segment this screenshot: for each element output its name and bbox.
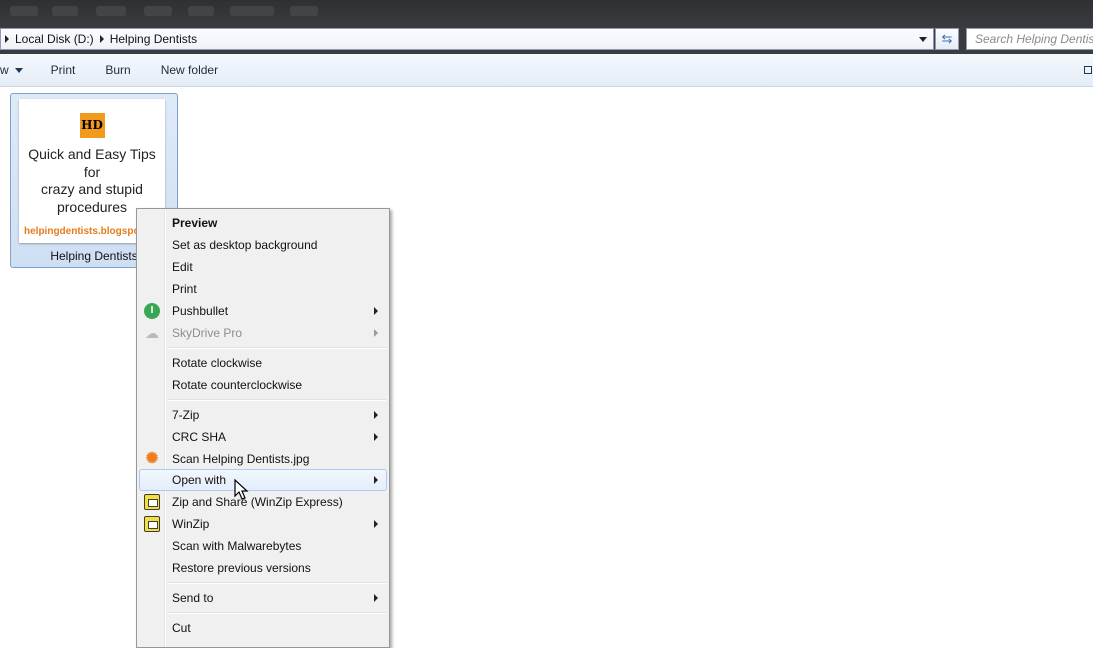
menu-item-scan-file[interactable]: ✺ Scan Helping Dentists.jpg [139, 448, 387, 470]
menu-item-label: Send to [172, 591, 214, 605]
menu-item-label: Zip and Share (WinZip Express) [172, 495, 343, 509]
menu-blur [10, 6, 38, 16]
context-menu: Preview Set as desktop background Edit P… [136, 208, 390, 648]
menu-blur [144, 6, 172, 16]
command-bar: w Print Burn New folder [0, 54, 1093, 87]
menu-item-label: Scan with Malwarebytes [172, 539, 302, 553]
menu-item-7zip[interactable]: 7-Zip [139, 404, 387, 426]
breadcrumb-arrow-icon[interactable] [99, 35, 104, 43]
menu-item-open-with[interactable]: Open with [139, 469, 387, 491]
menu-item-pushbullet[interactable]: I Pushbullet [139, 300, 387, 322]
menu-item-label: Set as desktop background [172, 238, 318, 252]
address-dropdown-icon[interactable] [919, 37, 927, 42]
avast-icon: ✺ [145, 450, 159, 467]
menu-item-preview[interactable]: Preview [139, 212, 387, 234]
menu-item-label: WinZip [172, 517, 210, 531]
burn-button[interactable]: Burn [105, 63, 130, 77]
menu-item-label: Print [172, 282, 197, 296]
skydrive-icon: ☁ [145, 325, 159, 341]
menu-separator [168, 582, 386, 584]
view-button[interactable]: w [0, 63, 9, 77]
menu-blur [52, 6, 78, 16]
submenu-arrow-icon [374, 594, 378, 602]
thumbnail-line: for [83, 163, 101, 180]
menu-separator [168, 399, 386, 401]
menu-item-scan-malwarebytes[interactable]: Scan with Malwarebytes [139, 535, 387, 557]
menu-item-edit[interactable]: Edit [139, 256, 387, 278]
submenu-arrow-icon [374, 476, 378, 484]
menu-blur [230, 6, 274, 16]
thumbnail-line: crazy and stupid [41, 181, 143, 197]
submenu-arrow-icon [374, 433, 378, 441]
menu-separator [168, 612, 386, 614]
submenu-arrow-icon [374, 329, 378, 337]
breadcrumb-arrow-icon[interactable] [5, 35, 9, 43]
menu-item-winzip[interactable]: WinZip [139, 513, 387, 535]
address-bar[interactable]: Local Disk (D:) Helping Dentists [0, 28, 934, 50]
menu-item-label: Scan Helping Dentists.jpg [172, 452, 310, 466]
breadcrumb: Local Disk (D:) Helping Dentists [5, 32, 197, 46]
pushbullet-icon: I [144, 303, 160, 319]
menu-blur [96, 6, 126, 16]
menu-item-send-to[interactable]: Send to [139, 587, 387, 609]
print-button[interactable]: Print [51, 63, 76, 77]
menu-item-label: Restore previous versions [172, 561, 311, 575]
menu-item-rotate-counterclockwise[interactable]: Rotate counterclockwise [139, 374, 387, 396]
menu-item-label: Edit [172, 260, 193, 274]
new-folder-button[interactable]: New folder [161, 63, 218, 77]
menu-item-label: 7-Zip [172, 408, 200, 422]
preview-pane-icon[interactable] [1084, 66, 1092, 74]
menu-item-zip-and-share[interactable]: Zip and Share (WinZip Express) [139, 491, 387, 513]
menu-item-set-desktop-background[interactable]: Set as desktop background [139, 234, 387, 256]
menu-item-label: SkyDrive Pro [172, 326, 243, 340]
hd-logo-icon: HD [79, 113, 105, 138]
menu-item-print[interactable]: Print [139, 278, 387, 300]
search-input[interactable]: Search Helping Dentists [966, 28, 1093, 50]
menu-blur [290, 6, 318, 16]
menu-item-label: Rotate counterclockwise [172, 378, 303, 392]
thumbnail-line: Quick and Easy Tips [28, 146, 156, 162]
breadcrumb-helping-dentists[interactable]: Helping Dentists [110, 32, 197, 46]
address-row: Local Disk (D:) Helping Dentists ⇆ Searc… [0, 26, 1093, 54]
submenu-arrow-icon [374, 307, 378, 315]
submenu-arrow-icon [374, 520, 378, 528]
menu-item-label: Open with [172, 473, 227, 487]
menu-item-cut[interactable]: Cut [139, 617, 387, 639]
refresh-button[interactable]: ⇆ [935, 28, 959, 50]
menu-item-rotate-clockwise[interactable]: Rotate clockwise [139, 352, 387, 374]
menu-item-skydrive-pro[interactable]: ☁ SkyDrive Pro [139, 322, 387, 344]
refresh-icon: ⇆ [941, 31, 953, 46]
menu-item-label: Preview [172, 216, 218, 230]
menu-item-label: Cut [172, 621, 191, 635]
winzip-icon [144, 494, 160, 510]
mouse-pointer-icon [234, 479, 249, 500]
menu-item-crc-sha[interactable]: CRC SHA [139, 426, 387, 448]
menu-item-label: Pushbullet [172, 304, 229, 318]
menu-blur [188, 6, 214, 16]
menu-item-label: Rotate clockwise [172, 356, 263, 370]
menu-item-label: CRC SHA [172, 430, 227, 444]
menu-item-restore-previous-versions[interactable]: Restore previous versions [139, 557, 387, 579]
view-dropdown-icon[interactable] [14, 67, 23, 73]
menu-separator [168, 347, 386, 349]
winzip-icon [144, 516, 160, 532]
breadcrumb-local-disk[interactable]: Local Disk (D:) [15, 32, 94, 46]
window-title-bar [0, 0, 1093, 26]
submenu-arrow-icon [374, 411, 378, 419]
